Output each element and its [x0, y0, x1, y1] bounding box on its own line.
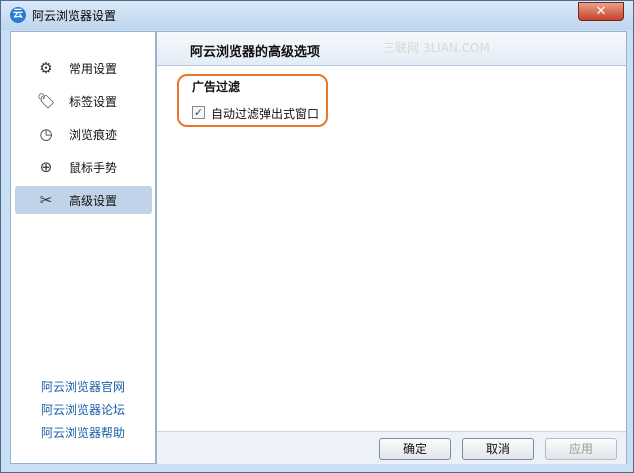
- forum-link[interactable]: 阿云浏览器论坛: [41, 401, 125, 418]
- button-bar: 确定 取消 应用: [157, 431, 626, 464]
- sidebar-item-general[interactable]: ⚙ 常用设置: [15, 54, 152, 82]
- gear-icon: ⚙: [39, 59, 53, 77]
- sidebar-item-label: 常用设置: [69, 62, 118, 76]
- apply-button[interactable]: 应用: [545, 438, 617, 460]
- close-button[interactable]: ✕: [578, 2, 624, 21]
- cancel-button[interactable]: 取消: [462, 438, 534, 460]
- tag-icon: 🏷: [37, 92, 57, 110]
- popup-filter-label[interactable]: 自动过滤弹出式窗口: [211, 105, 319, 122]
- sidebar-item-advanced[interactable]: ✂ 高级设置: [15, 186, 152, 214]
- title-bar[interactable]: 云 阿云浏览器设置 ✕: [1, 1, 633, 30]
- sidebar-item-label: 浏览痕迹: [69, 128, 118, 142]
- main-panel: 阿云浏览器的高级选项 三联网 3LIAN.COM 广告过滤 ✓ 自动过滤弹出式窗…: [156, 31, 627, 464]
- help-link[interactable]: 阿云浏览器帮助: [41, 424, 125, 441]
- tools-icon: ✂: [39, 191, 53, 209]
- watermark: 三联网 3LIAN.COM: [383, 41, 490, 55]
- app-logo-icon: 云: [10, 7, 26, 23]
- panel-header: 阿云浏览器的高级选项 三联网 3LIAN.COM: [157, 32, 626, 66]
- popup-filter-checkbox[interactable]: ✓: [192, 106, 205, 119]
- sidebar: ⚙ 常用设置 🏷 标签设置 ◷ 浏览痕迹 ⊕ 鼠标手势 ✂ 高级设置 阿云浏览器…: [10, 31, 156, 464]
- window-title: 阿云浏览器设置: [32, 9, 117, 23]
- mouse-icon: ⊕: [39, 158, 53, 176]
- sidebar-item-history[interactable]: ◷ 浏览痕迹: [15, 120, 152, 148]
- sidebar-item-tabs[interactable]: 🏷 标签设置: [15, 87, 152, 115]
- ok-button[interactable]: 确定: [379, 438, 451, 460]
- sidebar-item-label: 高级设置: [69, 194, 118, 208]
- settings-window: 云 阿云浏览器设置 ✕ ⚙ 常用设置 🏷 标签设置 ◷ 浏览痕迹 ⊕ 鼠标手势 …: [0, 0, 634, 473]
- sidebar-item-mouse-gestures[interactable]: ⊕ 鼠标手势: [15, 153, 152, 181]
- sidebar-item-label: 标签设置: [69, 95, 118, 109]
- sidebar-item-label: 鼠标手势: [69, 161, 118, 175]
- section-title-ad-filter: 广告过滤: [192, 80, 241, 94]
- clock-icon: ◷: [39, 125, 53, 143]
- page-title: 阿云浏览器的高级选项: [190, 45, 321, 60]
- official-site-link[interactable]: 阿云浏览器官网: [41, 378, 125, 395]
